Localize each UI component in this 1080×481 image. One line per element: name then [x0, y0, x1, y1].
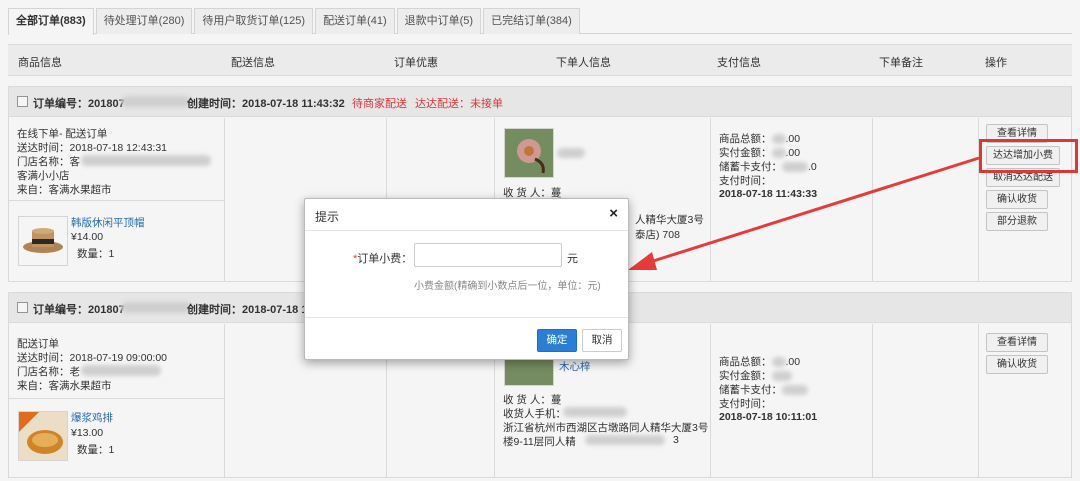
tip-help-text: 小费金额(精确到小数点后一位，单位：元): [414, 281, 601, 292]
dialog-header: 提示 ×: [305, 199, 628, 231]
tip-amount-input[interactable]: [414, 243, 562, 267]
unit-label: 元: [567, 253, 578, 265]
tip-label: *订单小费：: [353, 253, 413, 265]
tip-dialog: 提示 × *订单小费： 元 小费金额(精确到小数点后一位，单位：元) 确定 取消: [304, 198, 629, 360]
cancel-button[interactable]: 取消: [582, 329, 622, 352]
confirm-button[interactable]: 确定: [537, 329, 577, 352]
dialog-title: 提示: [315, 210, 340, 224]
close-icon[interactable]: ×: [609, 205, 618, 222]
dialog-footer: 确定 取消: [305, 317, 628, 361]
